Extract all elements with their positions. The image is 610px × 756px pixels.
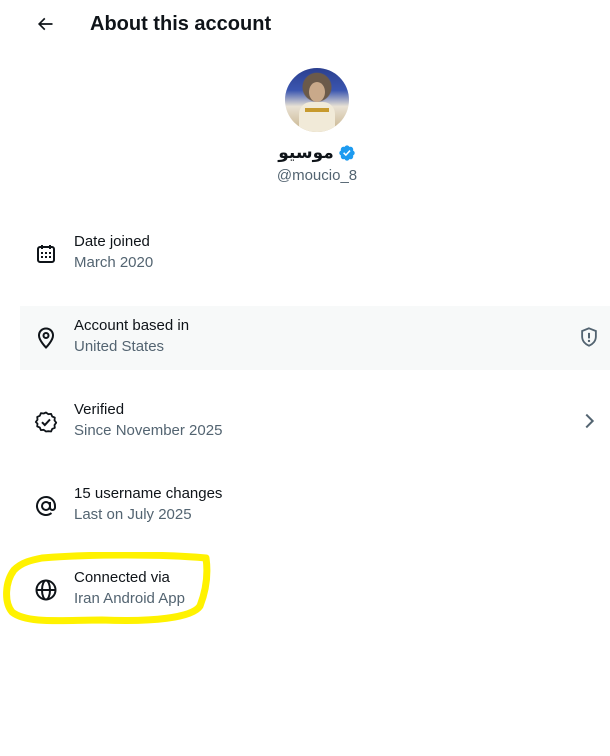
page-title: About this account xyxy=(90,13,272,35)
row-label: Date joined xyxy=(74,233,150,250)
row-value: United States xyxy=(74,338,165,355)
profile-name-row: موسیو xyxy=(0,142,610,164)
verified-check-icon xyxy=(34,411,58,433)
row-value: Iran Android App xyxy=(74,590,185,607)
avatar[interactable] xyxy=(285,68,349,132)
shield-info-icon[interactable] xyxy=(578,326,600,348)
at-sign-icon xyxy=(36,495,56,516)
row-value: Since November 2025 xyxy=(74,422,223,439)
row-label: Verified xyxy=(74,401,125,418)
row-verified[interactable]: Verified Since November 2025 xyxy=(20,390,610,454)
chevron-right-icon[interactable] xyxy=(578,410,600,432)
calendar-icon xyxy=(37,245,55,263)
row-label: 15 username changes xyxy=(74,485,223,502)
header: About this account xyxy=(0,0,610,48)
verified-badge-icon xyxy=(339,145,355,161)
globe-icon xyxy=(35,579,57,601)
profile-name: موسیو xyxy=(278,143,334,162)
row-label: Account based in xyxy=(74,317,190,334)
row-value: Last on July 2025 xyxy=(74,506,192,523)
row-date-joined: Date joined March 2020 xyxy=(20,222,610,286)
profile-section: موسیو @moucio_8 xyxy=(0,68,610,186)
arrow-left-icon xyxy=(37,17,53,31)
row-label: Connected via xyxy=(74,569,170,586)
row-value: March 2020 xyxy=(74,254,154,271)
profile-handle: @moucio_8 xyxy=(276,167,358,184)
row-account-based-in: Account based in United States xyxy=(20,306,610,370)
row-username-changes: 15 username changes Last on July 2025 xyxy=(20,474,610,538)
row-connected-via: Connected via Iran Android App xyxy=(20,558,610,622)
back-button[interactable] xyxy=(29,8,61,40)
location-pin-icon xyxy=(37,327,55,349)
